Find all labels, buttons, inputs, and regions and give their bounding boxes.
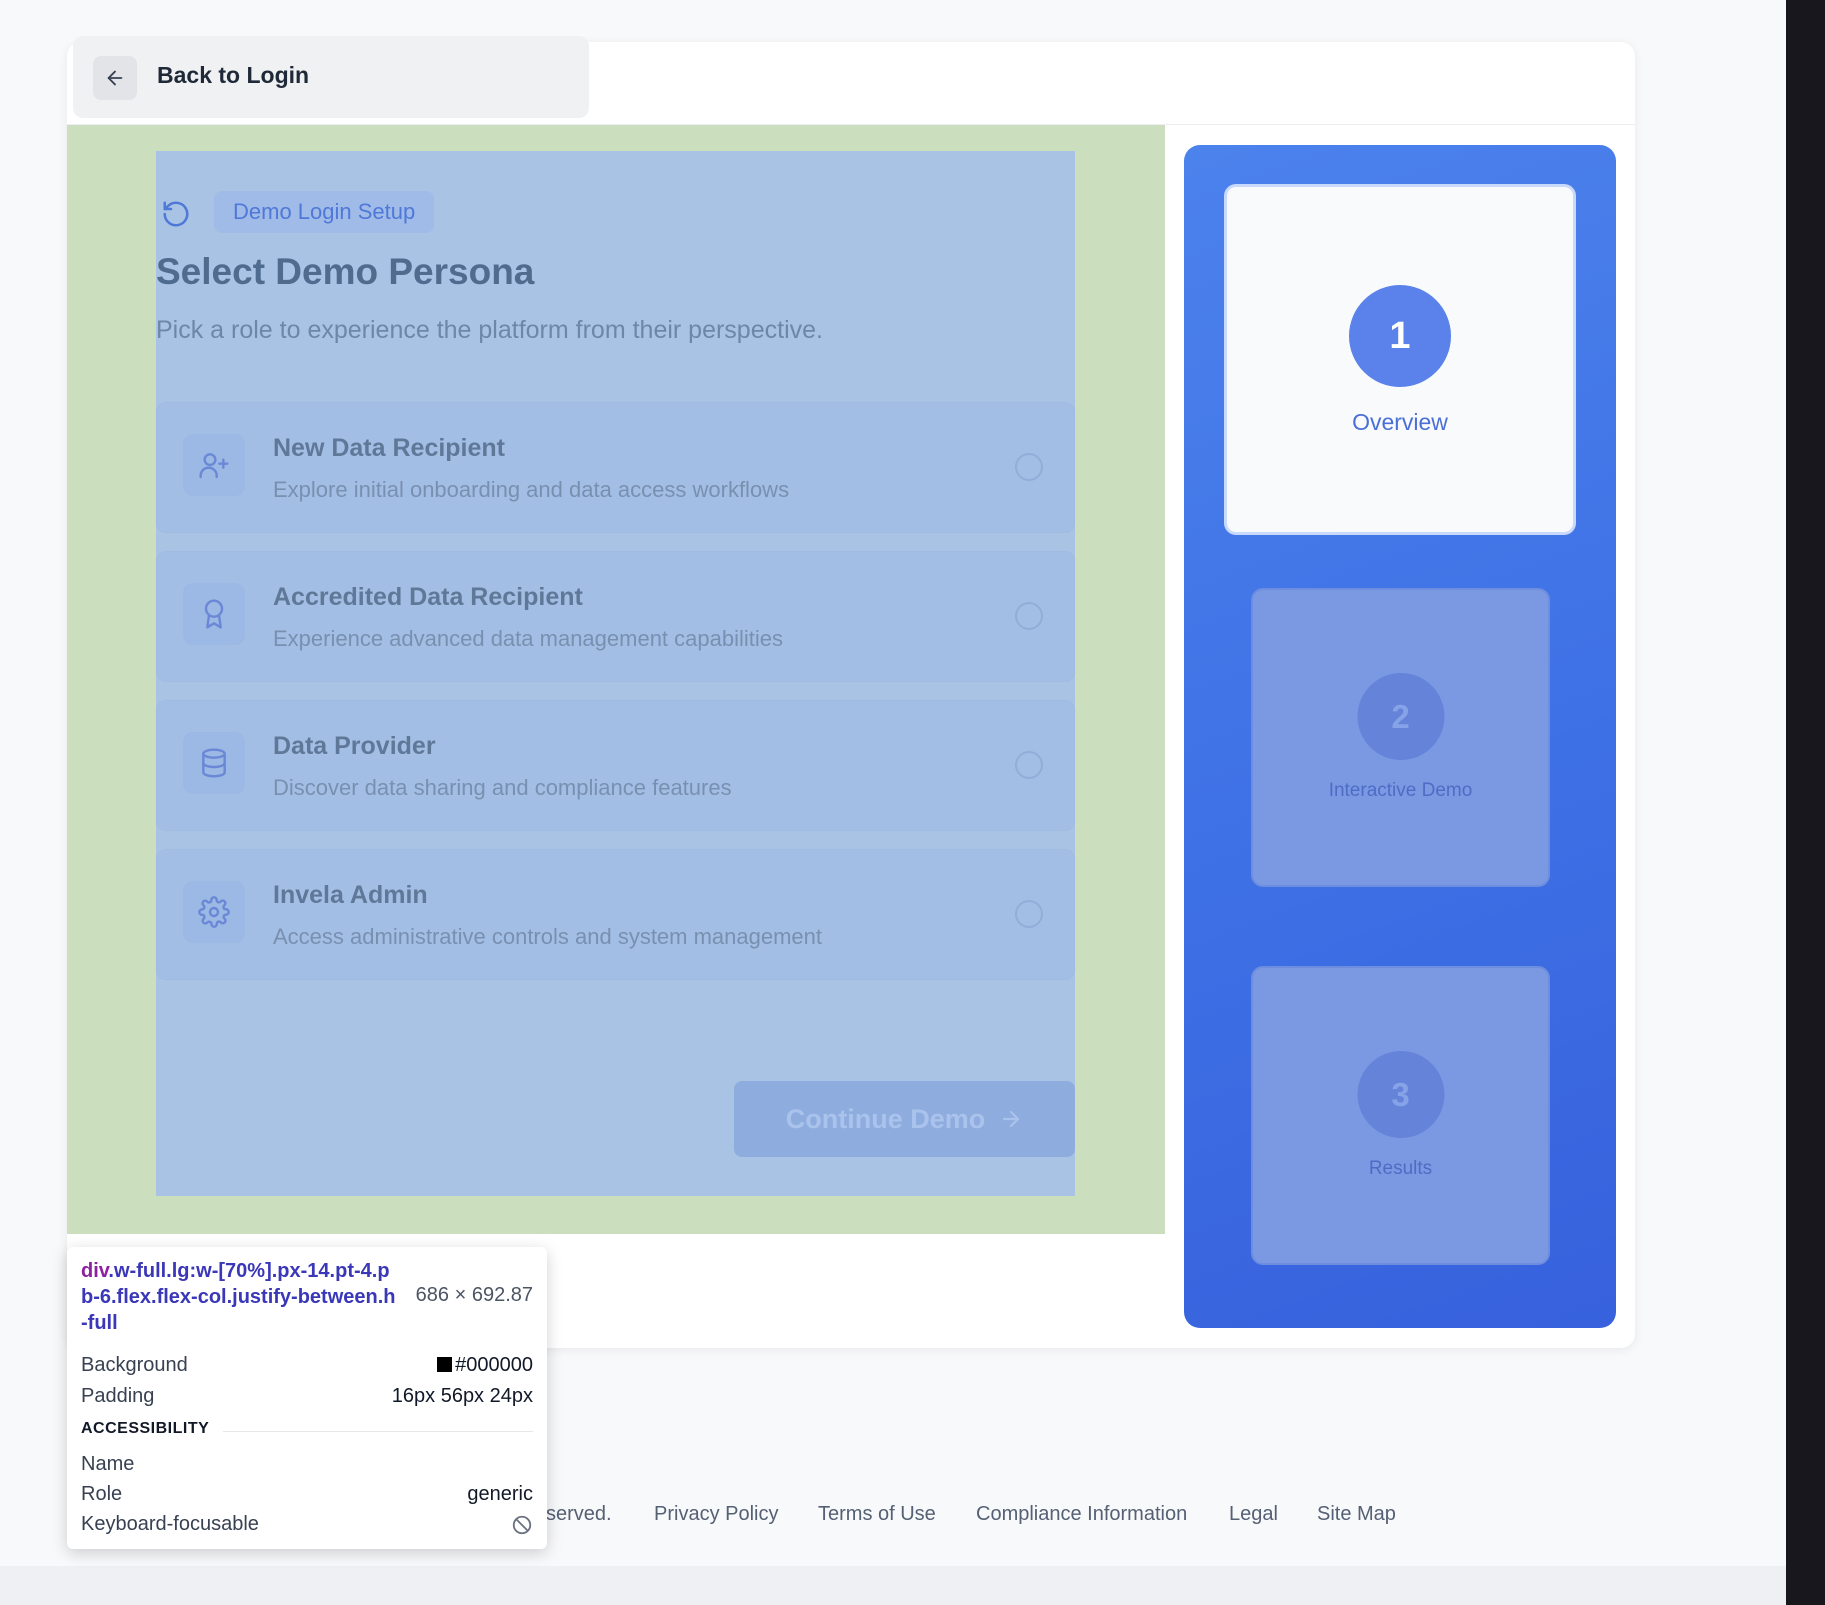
persona-option-invela-admin[interactable]: Invela Admin Access administrative contr… (156, 849, 1075, 980)
step-label: Overview (1352, 409, 1448, 435)
bottom-strip (0, 1566, 1786, 1605)
continue-demo-label: Continue Demo (785, 1103, 986, 1134)
tooltip-focusable-label: Keyboard-focusable (81, 1513, 259, 1535)
devtools-inspect-tooltip: div.w-full.lg:w-[70%].px-14.pt-4.pb-6.fl… (67, 1247, 547, 1549)
step-label: Results (1368, 1158, 1433, 1179)
step-number: 1 (1349, 285, 1451, 387)
footer-rights-fragment: served. (546, 1503, 612, 1525)
persona-description: Discover data sharing and compliance fea… (273, 775, 732, 800)
tooltip-padding-value: 16px 56px 24px (391, 1385, 533, 1407)
tooltip-focusable-row: Keyboard-focusable (81, 1513, 533, 1536)
persona-radio[interactable] (1015, 602, 1043, 630)
tooltip-padding-label: Padding (81, 1385, 155, 1407)
tooltip-accessibility-heading: ACCESSIBILITY (81, 1420, 210, 1437)
footer-link-legal[interactable]: Legal (1229, 1503, 1278, 1526)
step-card-interactive-demo[interactable]: 2 Interactive Demo (1251, 588, 1550, 887)
tooltip-name-label: Name (81, 1453, 135, 1475)
footer-link-compliance-information[interactable]: Compliance Information (976, 1503, 1187, 1526)
user-plus-icon (199, 453, 229, 479)
tooltip-role-value: generic (467, 1483, 533, 1505)
gear-icon (198, 896, 230, 928)
color-swatch-icon (437, 1357, 453, 1372)
header-bar (73, 36, 589, 118)
back-to-login-link[interactable]: Back to Login (157, 62, 309, 89)
page-subtitle: Pick a role to experience the platform f… (156, 316, 823, 344)
persona-icon-box (183, 732, 245, 794)
persona-option-accredited-data-recipient[interactable]: Accredited Data Recipient Experience adv… (156, 551, 1075, 682)
persona-icon-box (183, 583, 245, 645)
continue-demo-button[interactable]: Continue Demo (734, 1081, 1075, 1157)
tooltip-tag: div (81, 1260, 109, 1282)
database-icon (202, 748, 226, 778)
persona-title: New Data Recipient (273, 434, 506, 462)
tooltip-size: 686 × 692.87 (415, 1284, 533, 1306)
window-edge (1786, 0, 1825, 1605)
tooltip-role-label: Role (81, 1483, 123, 1505)
tooltip-name-row: Name (81, 1453, 533, 1476)
refresh-icon (163, 201, 189, 227)
arrow-left-icon (107, 70, 123, 86)
footer-link-site-map[interactable]: Site Map (1317, 1503, 1396, 1526)
persona-option-data-provider[interactable]: Data Provider Discover data sharing and … (156, 700, 1075, 831)
tooltip-background-row: Background #000000 (81, 1354, 533, 1377)
step-number: 3 (1357, 1051, 1444, 1138)
persona-title: Accredited Data Recipient (273, 583, 583, 611)
persona-description: Explore initial onboarding and data acce… (273, 477, 790, 502)
tooltip-divider (223, 1431, 533, 1432)
tooltip-background-label: Background (81, 1354, 188, 1376)
tooltip-selector: div.w-full.lg:w-[70%].px-14.pt-4.pb-6.fl… (81, 1258, 401, 1336)
persona-title: Invela Admin (273, 881, 428, 909)
persona-title: Data Provider (273, 732, 436, 760)
tooltip-role-row: Role generic (81, 1483, 533, 1506)
step-card-overview[interactable]: 1 Overview (1224, 184, 1576, 535)
page-title: Select Demo Persona (156, 251, 535, 292)
tooltip-background-value: #000000 (455, 1354, 533, 1376)
persona-description: Experience advanced data management capa… (273, 626, 783, 651)
persona-radio[interactable] (1015, 751, 1043, 779)
step-label: Interactive Demo (1328, 780, 1473, 801)
tooltip-padding-row: Padding 16px 56px 24px (81, 1385, 533, 1408)
persona-icon-box (183, 881, 245, 943)
persona-radio[interactable] (1015, 900, 1043, 928)
arrow-right-icon (1003, 1110, 1020, 1128)
tooltip-classes: .w-full.lg:w-[70%].px-14.pt-4.pb-6.flex.… (81, 1260, 396, 1334)
award-icon (204, 599, 224, 629)
persona-description: Access administrative controls and syste… (273, 924, 823, 949)
demo-login-setup-badge: Demo Login Setup (214, 191, 435, 233)
step-number: 2 (1357, 673, 1444, 760)
not-allowed-icon (512, 1515, 532, 1534)
back-button[interactable] (93, 56, 137, 100)
footer-link-privacy-policy[interactable]: Privacy Policy (654, 1503, 778, 1526)
footer-link-terms-of-use[interactable]: Terms of Use (818, 1503, 936, 1526)
step-card-results[interactable]: 3 Results (1251, 966, 1550, 1265)
persona-option-new-data-recipient[interactable]: New Data Recipient Explore initial onboa… (156, 402, 1075, 533)
persona-radio[interactable] (1015, 453, 1043, 481)
persona-icon-box (183, 434, 245, 496)
